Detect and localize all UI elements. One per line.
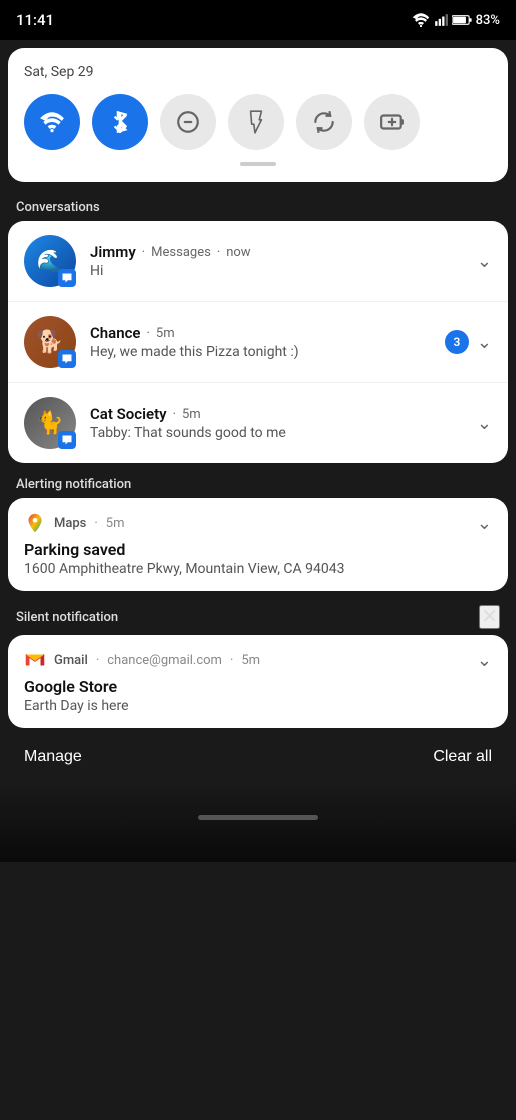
messages-badge [58, 350, 76, 368]
notif-email: chance@gmail.com [107, 653, 222, 668]
home-indicator[interactable] [198, 815, 318, 820]
alerting-header: Alerting notification [0, 467, 516, 498]
chevron-down-icon[interactable]: ⌄ [477, 332, 492, 353]
conv-time: 5m [182, 407, 201, 422]
gmail-notification-card[interactable]: Gmail · chance@gmail.com · 5m ⌄ Google S… [8, 635, 508, 728]
alerting-label: Alerting notification [16, 477, 131, 492]
conv-name: Cat Society [90, 405, 167, 423]
status-bar: 11:41 83% [0, 0, 516, 40]
conv-app-label: Messages [151, 245, 211, 260]
list-item[interactable]: 🐈 Cat Society · 5m Tabby: That sounds go… [8, 383, 508, 463]
flashlight-toggle[interactable] [228, 94, 284, 150]
conv-name: Jimmy [90, 243, 136, 261]
notif-body: 1600 Amphitheatre Pkwy, Mountain View, C… [24, 561, 492, 577]
conversations-card: 🌊 Jimmy · Messages · now Hi ⌄ 🐕 [8, 221, 508, 463]
wifi-status-icon [412, 13, 430, 27]
chevron-down-icon[interactable]: ⌄ [477, 251, 492, 272]
status-icons: 83% [412, 13, 500, 28]
autorotate-toggle[interactable] [296, 94, 352, 150]
chevron-down-icon[interactable]: ⌄ [477, 513, 492, 534]
notif-time: 5m [106, 516, 125, 531]
notif-body: Earth Day is here [24, 698, 492, 714]
messages-badge [58, 431, 76, 449]
chevron-down-icon[interactable]: ⌄ [477, 413, 492, 434]
avatar-wrap-cat: 🐈 [24, 397, 76, 449]
manage-button[interactable]: Manage [24, 748, 82, 766]
date-label: Sat, Sep 29 [24, 64, 492, 80]
bottom-dim-area [0, 782, 516, 862]
conv-time: now [226, 245, 250, 260]
notif-separator: · [96, 653, 99, 668]
conv-content-chance: Chance · 5m Hey, we made this Pizza toni… [90, 324, 437, 360]
maps-icon [24, 512, 46, 534]
conversations-header: Conversations [0, 190, 516, 221]
notif-time: 5m [241, 653, 260, 668]
conv-message: Tabby: That sounds good to me [90, 425, 469, 441]
silent-header: Silent notification ✕ [0, 595, 516, 635]
conv-time: 5m [156, 326, 175, 341]
battery-percent: 83% [476, 13, 500, 28]
conv-actions: ⌄ [477, 251, 492, 272]
dnd-toggle[interactable] [160, 94, 216, 150]
notif-app-info: Maps · 5m [24, 512, 125, 534]
conv-separator: · [217, 245, 220, 260]
avatar-wrap-chance: 🐕 [24, 316, 76, 368]
battery-saver-toggle[interactable] [364, 94, 420, 150]
avatar-wrap-jimmy: 🌊 [24, 235, 76, 287]
conv-separator: · [147, 326, 150, 341]
signal-status-icon [434, 13, 448, 27]
silent-label: Silent notification [16, 610, 118, 625]
list-item[interactable]: 🌊 Jimmy · Messages · now Hi ⌄ [8, 221, 508, 302]
bottom-action-bar: Manage Clear all [0, 732, 516, 782]
conversations-label: Conversations [16, 200, 100, 215]
notif-separator2: · [230, 653, 233, 668]
conv-content-cat: Cat Society · 5m Tabby: That sounds good… [90, 405, 469, 441]
messages-badge [58, 269, 76, 287]
notif-title: Parking saved [24, 540, 492, 559]
unread-count-badge: 3 [445, 330, 469, 354]
quick-settings-panel: Sat, Sep 29 [8, 48, 508, 182]
close-button[interactable]: ✕ [479, 605, 500, 629]
conv-message: Hey, we made this Pizza tonight :) [90, 344, 437, 360]
battery-status-icon [452, 13, 472, 27]
conv-actions: 3 ⌄ [445, 330, 492, 354]
conv-separator: · [173, 407, 176, 422]
list-item[interactable]: 🐕 Chance · 5m Hey, we made this Pizza to… [8, 302, 508, 383]
drag-handle[interactable] [240, 162, 276, 166]
notif-title: Google Store [24, 677, 492, 696]
conv-actions: ⌄ [477, 413, 492, 434]
bluetooth-toggle[interactable] [92, 94, 148, 150]
status-time: 11:41 [16, 11, 54, 29]
notif-app-name: Maps [54, 516, 86, 531]
notif-app-name: Gmail [54, 653, 88, 668]
maps-notif-content: Maps · 5m ⌄ Parking saved 1600 Amphithea… [8, 498, 508, 591]
quick-toggle-row [24, 94, 492, 150]
notif-app-info: Gmail · chance@gmail.com · 5m [24, 649, 260, 671]
conv-message: Hi [90, 263, 469, 279]
gmail-icon [24, 649, 46, 671]
conv-content-jimmy: Jimmy · Messages · now Hi [90, 243, 469, 279]
conv-name: Chance [90, 324, 141, 342]
notif-separator: · [94, 516, 97, 531]
clear-all-button[interactable]: Clear all [433, 748, 492, 766]
maps-notification-card[interactable]: Maps · 5m ⌄ Parking saved 1600 Amphithea… [8, 498, 508, 591]
conv-app: · [142, 245, 145, 260]
chevron-down-icon[interactable]: ⌄ [477, 650, 492, 671]
wifi-toggle[interactable] [24, 94, 80, 150]
gmail-notif-content: Gmail · chance@gmail.com · 5m ⌄ Google S… [8, 635, 508, 728]
